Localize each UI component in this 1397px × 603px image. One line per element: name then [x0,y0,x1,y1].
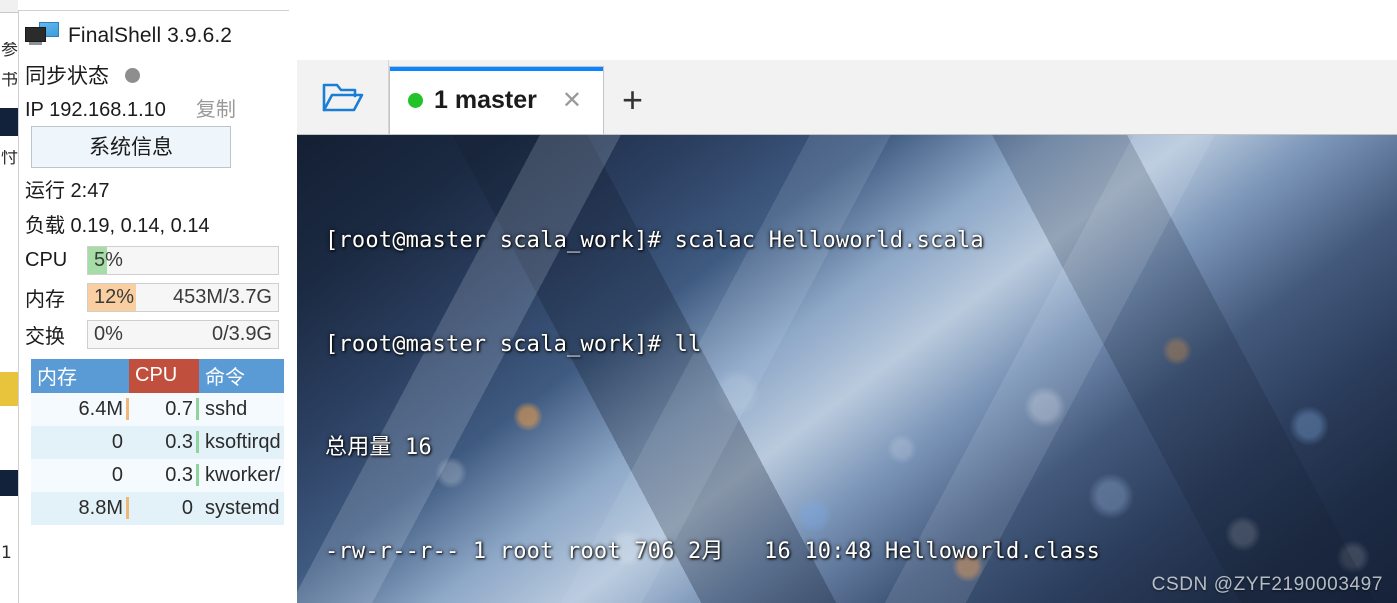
edge-glyph-3: 忖 [1,150,18,167]
copy-ip-button[interactable]: 复制 [196,93,236,122]
monitor-icon [25,22,59,50]
table-row[interactable]: 6.4M 0.7 sshd [31,393,284,426]
cell-cpu: 0.7 [129,393,199,426]
cell-cpu: 0.3 [129,426,199,459]
background-window-edge: 参 书 忖 1 [0,0,18,603]
table-row[interactable]: 8.8M 0 systemd [31,492,284,525]
cell-command: systemd [199,492,284,525]
page-title: FinalShell 3.9.6.2 [68,24,233,47]
stat-label-memory: 内存 [25,288,65,311]
app-title-row: FinalShell 3.9.6.2 [19,11,289,51]
cell-cpu: 0.3 [129,459,199,492]
stat-percent-cpu: 5% [94,248,123,271]
panel-gap [289,0,297,603]
edge-segment-dark-2 [0,470,18,496]
tab-master[interactable]: 1 master ✕ [389,66,604,134]
cell-memory: 6.4M [31,393,129,426]
stat-label-swap: 交换 [25,325,65,348]
edge-segment-yellow [0,372,18,406]
process-table: 内存 CPU 命令 6.4M 0.7 sshd 0 0.3 ksoftirqd … [31,359,284,525]
process-header-cpu[interactable]: CPU [129,359,199,393]
stat-detail-memory: 453M/3.7G [173,285,272,308]
cell-memory: 8.8M [31,492,129,525]
sidebar-panel: FinalShell 3.9.6.2 同步状态 IP 192.168.1.10 … [18,10,289,603]
sync-status-label: 同步状态 [25,65,109,88]
folder-open-icon[interactable] [297,60,389,134]
edge-glyph-1: 参 [1,42,18,59]
cell-cpu: 0 [129,492,199,525]
add-tab-button[interactable]: + [604,82,661,134]
stat-bar-swap: 0% 0/3.9G [87,319,279,349]
status-dot-green-icon [408,93,423,108]
edge-segment-white-1 [0,13,18,108]
edge-segment-white-3 [0,196,18,238]
edge-segment-titlebar [0,0,18,13]
cell-memory: 0 [31,426,129,459]
cell-command: kworker/ [199,459,284,492]
stat-bar-cpu: 5% [87,245,279,275]
tab-label: 1 master [434,86,537,114]
close-icon[interactable]: ✕ [562,88,582,113]
sync-status-row: 同步状态 [19,51,289,89]
cell-command: sshd [199,393,284,426]
stat-label-cpu: CPU [25,248,68,271]
process-header-command[interactable]: 命令 [199,359,284,393]
stat-row-memory: 内存 12% 453M/3.7G [19,282,289,312]
cell-command: ksoftirqd [199,426,284,459]
stat-bar-memory: 12% 453M/3.7G [87,282,279,312]
process-table-header-row: 内存 CPU 命令 [31,359,284,393]
status-dot-grey-icon [125,67,140,83]
ip-address-label: IP 192.168.1.10 [25,99,166,121]
stat-percent-swap: 0% [94,322,123,345]
terminal-output-area[interactable]: [root@master scala_work]# scalac Hellowo… [297,135,1397,603]
stat-row-cpu: CPU 5% [19,245,289,275]
process-header-memory[interactable]: 内存 [31,359,129,393]
stat-detail-swap: 0/3.9G [211,322,272,345]
terminal-line: [root@master scala_work]# ll [325,331,702,357]
stat-percent-memory: 12% [94,285,135,308]
edge-glyph-2: 书 [1,72,18,89]
watermark: CSDN @ZYF2190003497 [1151,574,1383,595]
system-info-button[interactable]: 系统信息 [31,126,231,168]
ip-row: IP 192.168.1.10 复制 [19,89,289,123]
load-average-label: 负载 0.19, 0.14, 0.14 [25,215,210,237]
uptime-label: 运行 2:47 [25,180,110,202]
terminal-line: [root@master scala_work]# scalac Hellowo… [325,228,984,253]
stat-row-swap: 交换 0% 0/3.9G [19,319,289,349]
terminal-panel: 1 master ✕ + [root@master scala_work]# s… [297,60,1397,603]
edge-segment-dark-1 [0,108,18,136]
terminal-tabbar: 1 master ✕ + [297,60,1397,135]
terminal-line: -rw-r--r-- 1 root root 706 2月 16 10:48 H… [325,538,1101,564]
table-row[interactable]: 0 0.3 kworker/ [31,459,284,492]
terminal-text: [root@master scala_work]# scalac Hellowo… [297,135,1397,603]
cell-memory: 0 [31,459,129,492]
table-row[interactable]: 0 0.3 ksoftirqd [31,426,284,459]
terminal-line: 总用量 16 [325,435,432,460]
edge-segment-white-4 [0,580,18,603]
edge-glyph-4: 1 [1,545,12,562]
